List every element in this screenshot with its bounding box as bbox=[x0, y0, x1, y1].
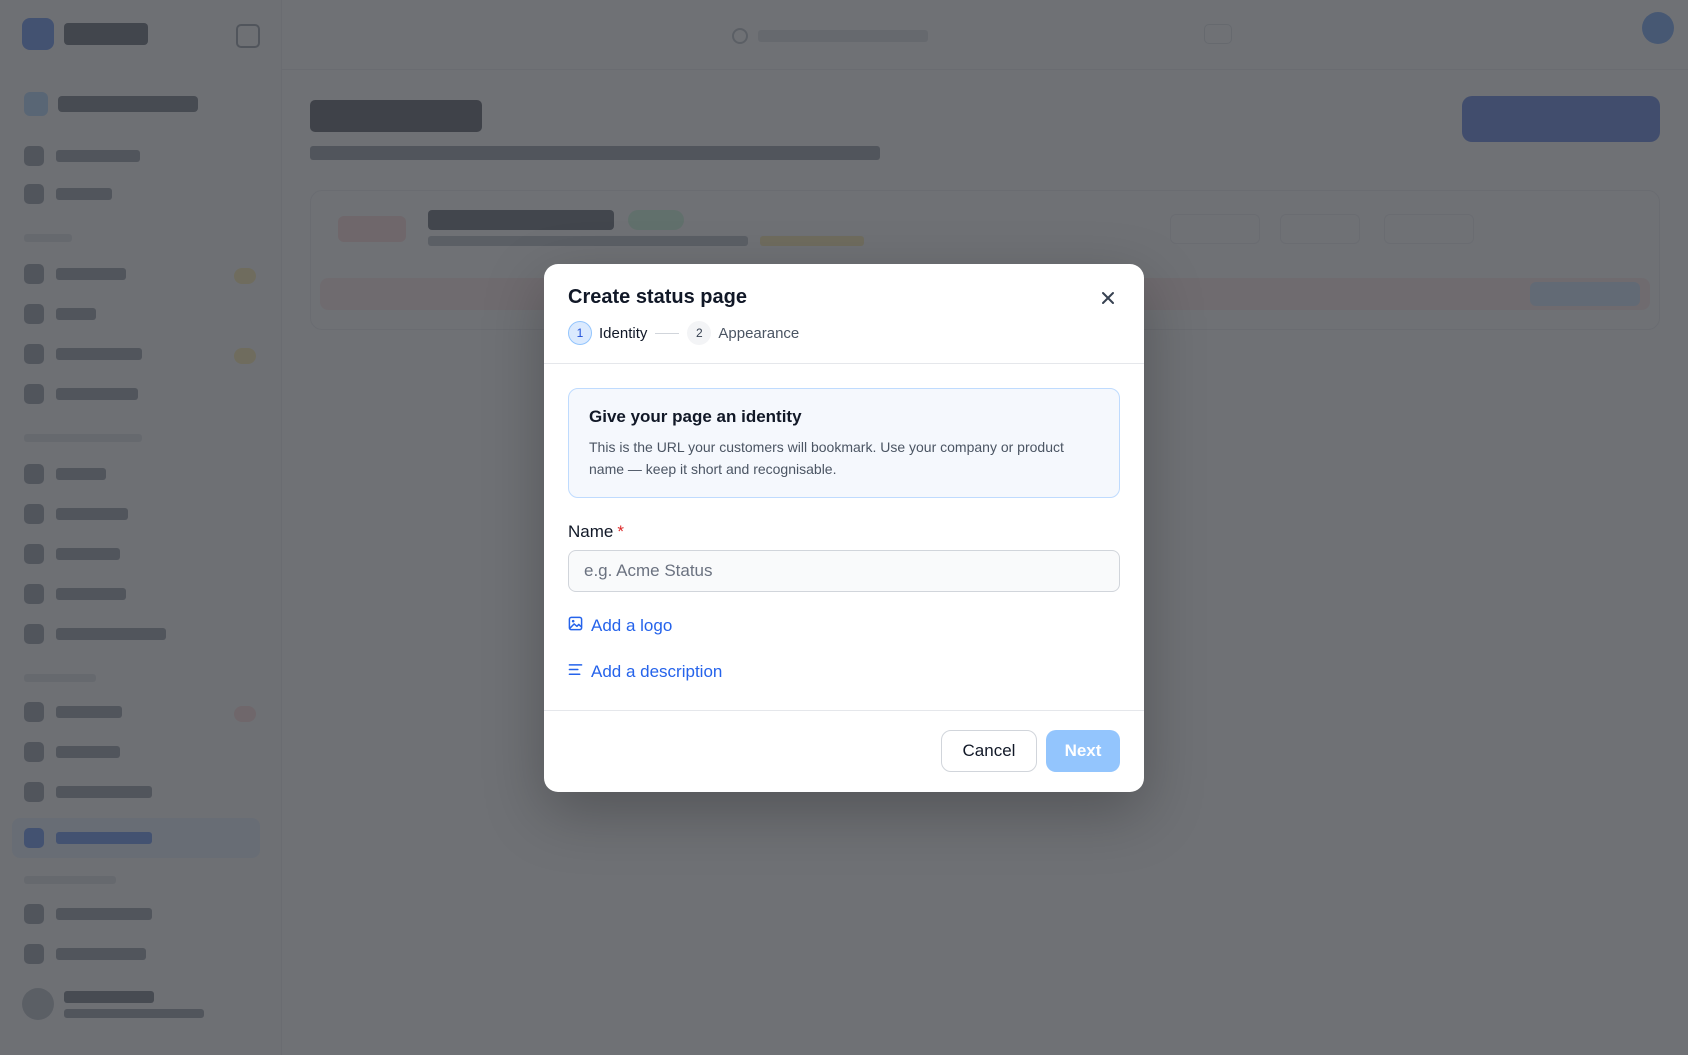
step-number-appearance: 2 bbox=[687, 321, 712, 345]
close-button[interactable] bbox=[1094, 286, 1122, 314]
required-marker: * bbox=[617, 522, 624, 541]
modal-header: Create status page 1 Identity 2 Appearan… bbox=[544, 264, 1144, 364]
name-label-text: Name bbox=[568, 522, 614, 541]
close-icon bbox=[1101, 291, 1115, 310]
next-button[interactable]: Next bbox=[1046, 730, 1120, 772]
stepper: 1 Identity 2 Appearance bbox=[568, 320, 799, 346]
add-logo-label: Add a logo bbox=[591, 616, 673, 635]
info-text: This is the URL your customers will book… bbox=[589, 439, 1064, 477]
add-logo-button[interactable]: Add a logo bbox=[568, 616, 672, 636]
name-field-label: Name * bbox=[568, 522, 624, 542]
step-divider bbox=[655, 332, 680, 334]
add-description-button[interactable]: Add a description bbox=[568, 662, 722, 682]
text-lines-icon bbox=[568, 662, 583, 682]
info-callout: Give your page an identity This is the U… bbox=[568, 388, 1120, 498]
add-description-label: Add a description bbox=[591, 662, 723, 681]
step-label-appearance: Appearance bbox=[718, 324, 800, 342]
modal-footer: Cancel Next bbox=[544, 710, 1144, 792]
name-input[interactable] bbox=[568, 550, 1120, 592]
step-number-identity: 1 bbox=[568, 321, 592, 345]
cancel-button[interactable]: Cancel bbox=[941, 730, 1037, 772]
step-label-identity: Identity bbox=[599, 324, 648, 342]
create-status-page-modal: Create status page 1 Identity 2 Appearan… bbox=[544, 264, 1144, 792]
info-title: Give your page an identity bbox=[589, 407, 802, 426]
image-icon bbox=[568, 616, 583, 636]
modal-title: Create status page bbox=[568, 286, 747, 308]
